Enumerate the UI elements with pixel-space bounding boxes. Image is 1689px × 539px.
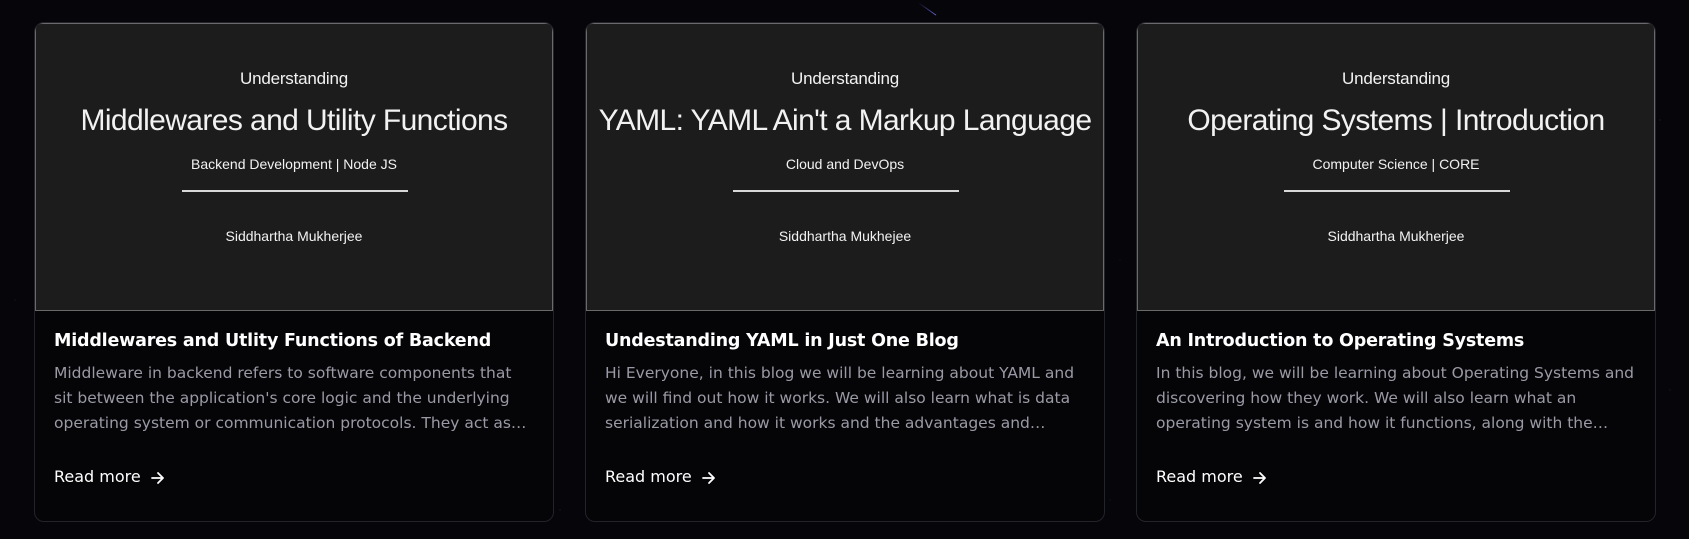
blog-card-middlewares[interactable]: Understanding Middlewares and Utility Fu… — [34, 22, 554, 522]
card-thumbnail[interactable]: Understanding YAML: YAML Ain't a Markup … — [586, 23, 1104, 311]
blog-card-yaml[interactable]: Understanding YAML: YAML Ain't a Markup … — [585, 22, 1105, 522]
read-more-label: Read more — [1156, 467, 1243, 486]
thumbnail-title: YAML: YAML Ain't a Markup Language — [598, 104, 1092, 137]
read-more-link[interactable]: Read more — [605, 466, 718, 487]
blog-card-operating-systems[interactable]: Understanding Operating Systems | Introd… — [1136, 22, 1656, 522]
card-title[interactable]: Undestanding YAML in Just One Blog — [605, 329, 1084, 353]
read-more-link[interactable]: Read more — [1156, 466, 1269, 487]
card-title[interactable]: Middlewares and Utlity Functions of Back… — [54, 329, 533, 353]
thumbnail-divider — [182, 190, 408, 192]
read-more-link[interactable]: Read more — [54, 466, 167, 487]
arrow-right-icon — [701, 472, 715, 484]
card-body: An Introduction to Operating Systems In … — [1137, 311, 1655, 487]
thumbnail-author: Siddhartha Mukhejee — [778, 228, 912, 244]
thumbnail-author: Siddhartha Mukherjee — [225, 228, 363, 244]
card-excerpt: Hi Everyone, in this blog we will be lea… — [605, 364, 1075, 432]
read-more-label: Read more — [605, 467, 692, 486]
thumbnail-subtitle: Computer Science | CORE — [1312, 156, 1480, 172]
card-title[interactable]: An Introduction to Operating Systems — [1156, 329, 1635, 353]
thumbnail-author: Siddhartha Mukherjee — [1327, 228, 1465, 244]
card-body: Undestanding YAML in Just One Blog Hi Ev… — [586, 311, 1104, 487]
shooting-star-decoration — [917, 2, 937, 16]
read-more-label: Read more — [54, 467, 141, 486]
arrow-right-icon — [150, 472, 164, 484]
thumbnail-kicker: Understanding — [240, 69, 348, 88]
thumbnail-kicker: Understanding — [791, 69, 899, 88]
thumbnail-subtitle: Backend Development | Node JS — [191, 156, 397, 172]
thumbnail-title: Operating Systems | Introduction — [1187, 104, 1605, 137]
card-thumbnail[interactable]: Understanding Middlewares and Utility Fu… — [35, 23, 553, 311]
card-excerpt: In this blog, we will be learning about … — [1156, 364, 1635, 432]
card-excerpt: Middleware in backend refers to software… — [54, 364, 527, 432]
thumbnail-title: Middlewares and Utility Functions — [80, 104, 508, 137]
thumbnail-kicker: Understanding — [1342, 69, 1450, 88]
arrow-right-icon — [1252, 472, 1266, 484]
card-thumbnail[interactable]: Understanding Operating Systems | Introd… — [1137, 23, 1655, 311]
thumbnail-divider — [1284, 190, 1510, 192]
card-body: Middlewares and Utlity Functions of Back… — [35, 311, 553, 487]
thumbnail-subtitle: Cloud and DevOps — [785, 156, 905, 172]
thumbnail-divider — [733, 190, 959, 192]
blog-card-grid: Understanding Middlewares and Utility Fu… — [34, 22, 1656, 522]
